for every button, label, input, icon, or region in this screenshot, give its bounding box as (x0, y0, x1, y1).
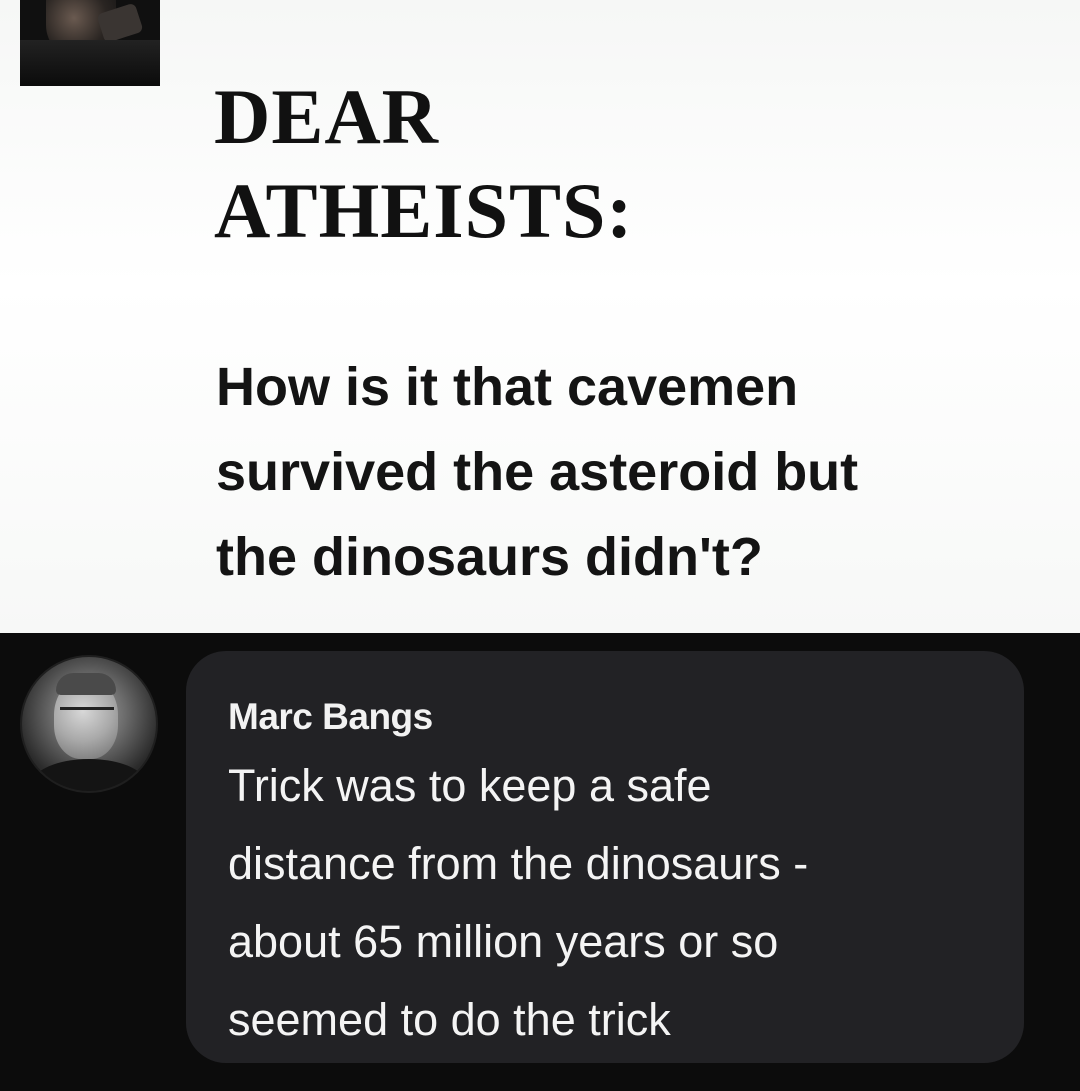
meme-screenshot: DEAR ATHEISTS: How is it that cavemen su… (0, 0, 1080, 1091)
post-question: How is it that cavemen survived the aste… (216, 357, 859, 587)
comment-text: Trick was to keep a safe distance from t… (228, 760, 809, 1045)
post-image: DEAR ATHEISTS: How is it that cavemen su… (0, 0, 1080, 633)
avatar-shirt (32, 759, 146, 791)
comment-bubble: Marc Bangs Trick was to keep a safe dist… (186, 651, 1024, 1063)
comment-author-name[interactable]: Marc Bangs (228, 695, 433, 739)
post-photo-thumbnail (20, 0, 160, 86)
photo-shadow (20, 40, 160, 86)
avatar-glasses (60, 707, 114, 722)
post-title: DEAR ATHEISTS: (214, 73, 634, 254)
avatar-hair (56, 673, 116, 695)
comment-section: Marc Bangs Trick was to keep a safe dist… (0, 633, 1080, 1091)
commenter-avatar[interactable] (20, 655, 158, 793)
